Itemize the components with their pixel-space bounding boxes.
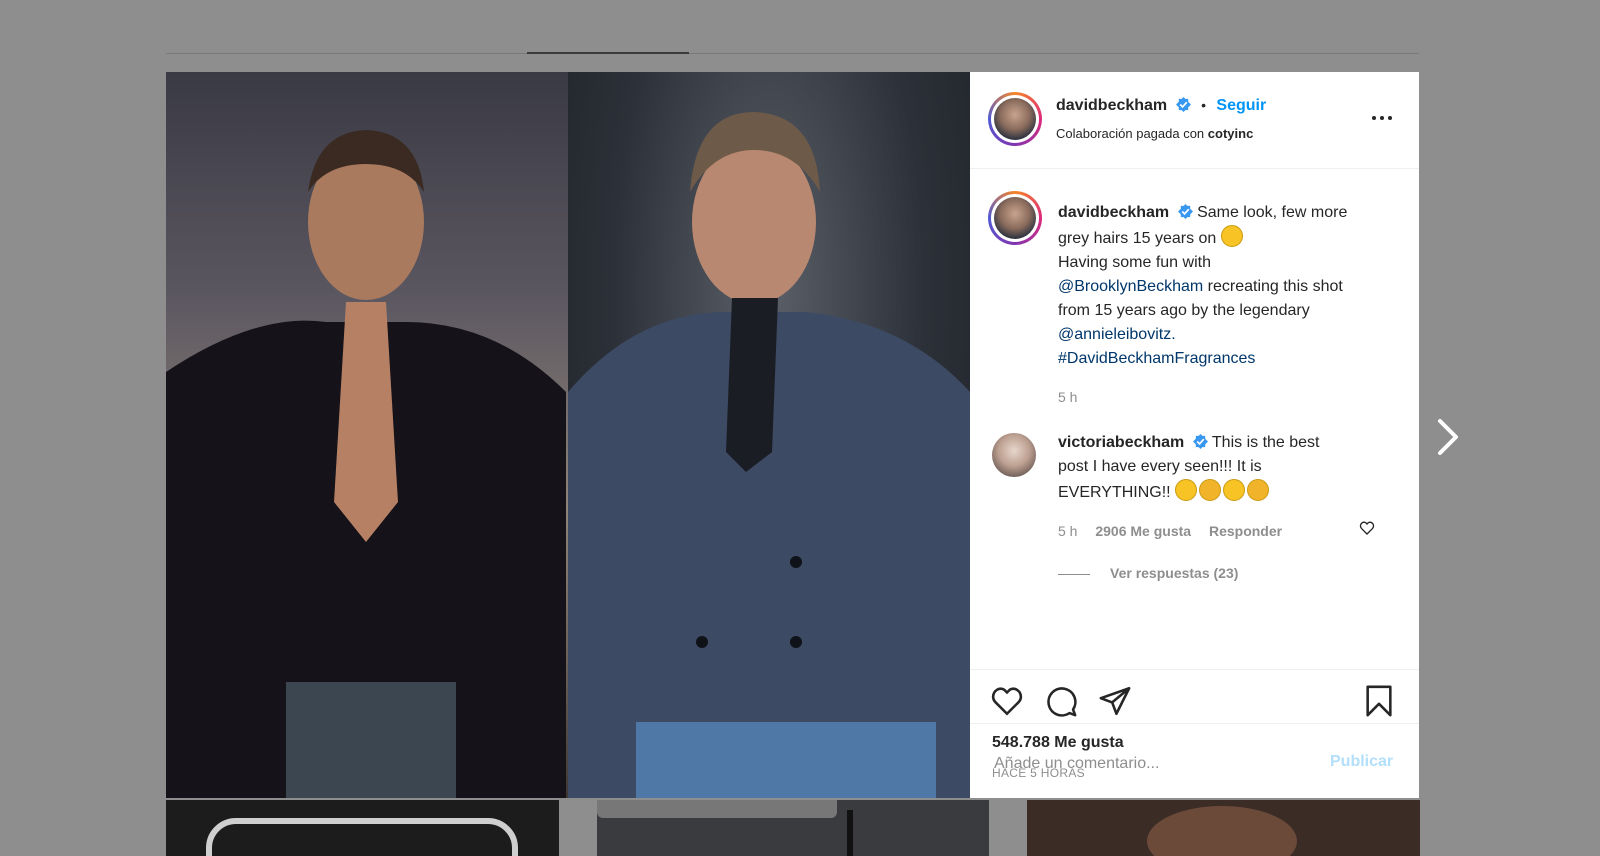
comment: victoriabeckham This is the best post I … — [1058, 431, 1348, 585]
comment-likes[interactable]: 2906 Me gusta — [1095, 523, 1191, 539]
comment-meta: 5 h 2906 Me gusta Responder — [1058, 519, 1348, 543]
author-username[interactable]: davidbeckham — [1056, 97, 1167, 114]
laughing-emoji-icon — [1223, 479, 1246, 501]
caption-timestamp[interactable]: 5 h — [1058, 385, 1358, 409]
comment-icon[interactable] — [1044, 684, 1078, 718]
bookmark-icon[interactable] — [1362, 684, 1396, 718]
profile-active-tab-indicator — [527, 52, 689, 54]
view-replies-button[interactable]: Ver respuestas (23) — [1058, 561, 1348, 585]
commenter-username[interactable]: victoriabeckham — [1058, 434, 1184, 451]
grid-post-thumbnail[interactable] — [597, 800, 989, 856]
hashtag-link[interactable]: #DavidBeckhamFragrances — [1058, 350, 1255, 367]
sad-emoji-icon — [1199, 479, 1222, 501]
caption-text: Having some fun with — [1058, 254, 1211, 271]
sad-emoji-icon — [1247, 479, 1270, 501]
reply-button[interactable]: Responder — [1209, 523, 1282, 539]
paid-partner-link[interactable]: cotyinc — [1208, 126, 1254, 141]
view-replies-label: Ver respuestas (23) — [1110, 565, 1239, 581]
more-options-icon[interactable] — [1370, 108, 1396, 128]
post-header: davidbeckham • Seguir Colaboración pagad… — [970, 72, 1419, 169]
post-caption: davidbeckham Same look, few more grey ha… — [1058, 201, 1358, 409]
laughing-emoji-icon — [1175, 479, 1198, 501]
author-avatar[interactable] — [988, 92, 1042, 146]
comment-timestamp[interactable]: 5 h — [1058, 523, 1077, 539]
verified-badge-icon — [1177, 204, 1193, 219]
caption-author-username[interactable]: davidbeckham — [1058, 204, 1169, 221]
post-photo[interactable] — [166, 72, 970, 798]
add-comment-bar: Publicar — [970, 723, 1419, 799]
reply-divider — [1058, 573, 1090, 575]
grid-post-thumbnail[interactable] — [166, 800, 559, 856]
profile-tabs-divider — [166, 53, 1419, 54]
follow-button[interactable]: Seguir — [1216, 97, 1266, 114]
paid-prefix: Colaboración pagada con — [1056, 126, 1205, 141]
commenter-avatar[interactable] — [992, 433, 1036, 477]
post-modal: davidbeckham • Seguir Colaboración pagad… — [166, 72, 1419, 798]
grid-post-thumbnail[interactable] — [1027, 800, 1420, 856]
send-icon[interactable] — [1098, 684, 1132, 718]
comment-input[interactable] — [992, 750, 1316, 778]
publish-button[interactable]: Publicar — [1330, 753, 1393, 771]
paid-partnership-label[interactable]: Colaboración pagada con cotyinc — [1056, 126, 1253, 141]
post-sidebar: davidbeckham • Seguir Colaboración pagad… — [970, 72, 1419, 798]
heart-icon[interactable] — [990, 684, 1024, 718]
verified-badge-icon — [1175, 97, 1191, 112]
comment-like-heart-icon[interactable] — [1359, 520, 1375, 536]
comments-section[interactable]: davidbeckham Same look, few more grey ha… — [970, 169, 1419, 669]
chevron-right-icon[interactable] — [1437, 418, 1459, 456]
caption-author-avatar[interactable] — [988, 191, 1042, 245]
header-separator: • — [1201, 97, 1206, 113]
verified-badge-icon — [1192, 434, 1208, 449]
mention-link[interactable]: @BrooklynBeckham — [1058, 278, 1203, 295]
mention-link[interactable]: @annieleibovitz. — [1058, 326, 1176, 343]
photo-figures — [166, 112, 970, 798]
laughing-emoji-icon — [1220, 225, 1243, 247]
